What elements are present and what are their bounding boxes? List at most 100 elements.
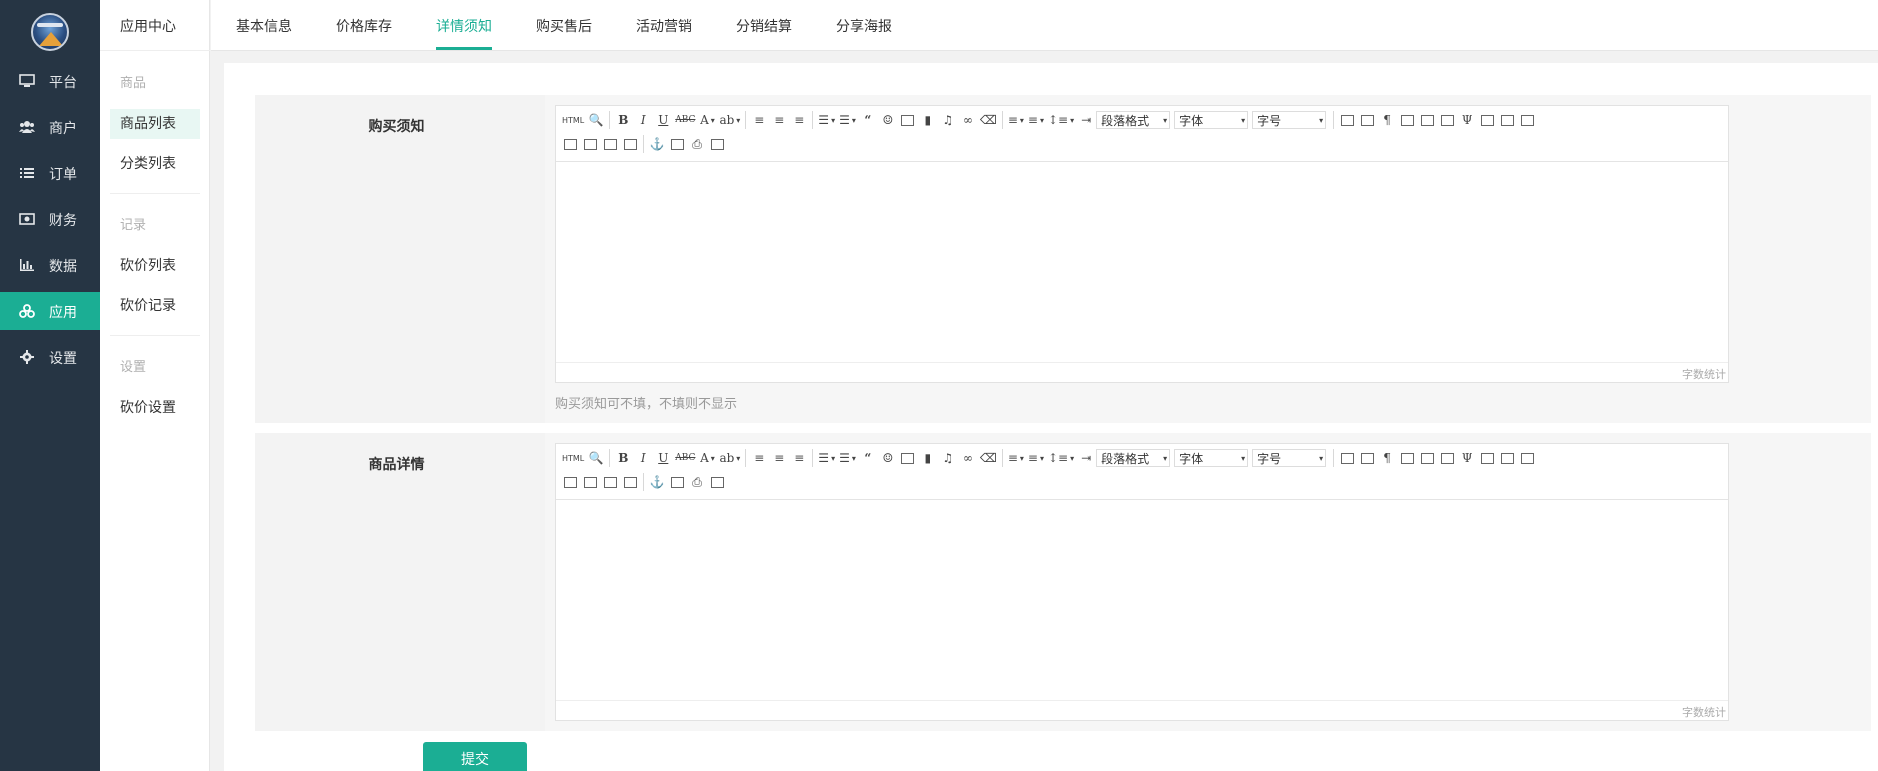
notice-edit-area[interactable] [556, 163, 1728, 363]
submit-button[interactable]: 提交 [423, 742, 527, 771]
paragraph-format-select[interactable]: 段落格式 ▾ [1096, 449, 1171, 467]
delete-row-icon[interactable] [600, 134, 620, 154]
underline-icon[interactable]: U [653, 448, 673, 468]
insert-paragraph-icon[interactable]: ¶ [1377, 448, 1397, 468]
nav-platform[interactable]: 平台 [0, 62, 100, 100]
split-cell-icon[interactable] [1517, 110, 1537, 130]
page-break-icon[interactable] [667, 472, 687, 492]
nav-finance[interactable]: 财务 [0, 200, 100, 238]
print-icon[interactable]: ⎙ [687, 472, 707, 492]
split-rows-icon[interactable] [560, 134, 580, 154]
highlight-icon[interactable]: ab ▾ [717, 110, 742, 130]
tab-distribution[interactable]: 分销结算 [736, 16, 792, 36]
merge-right-icon[interactable] [1477, 110, 1497, 130]
blockquote-icon[interactable]: “ [858, 448, 878, 468]
merge-icon[interactable]: Ψ [1457, 110, 1477, 130]
anchor-icon[interactable]: ⚓ [647, 134, 667, 154]
submenu-item-goods-list[interactable]: 商品列表 [110, 109, 200, 139]
paste-icon[interactable] [707, 134, 727, 154]
preview-icon[interactable]: 🔍 [586, 448, 606, 468]
nav-settings[interactable]: 设置 [0, 338, 100, 376]
blockquote-icon[interactable]: “ [858, 110, 878, 130]
font-color-icon[interactable]: A ▾ [697, 448, 717, 468]
table-icon[interactable] [1337, 110, 1357, 130]
row-spacing-bottom-icon[interactable]: ≡ ▾ [1026, 448, 1046, 468]
submenu-item-bargain-records[interactable]: 砍价记录 [110, 291, 200, 321]
anchor-icon[interactable]: ⚓ [647, 472, 667, 492]
strikethrough-icon[interactable]: ABC [673, 110, 697, 130]
insert-row-icon[interactable] [1397, 110, 1417, 130]
page-break-icon[interactable] [667, 134, 687, 154]
tab-price-stock[interactable]: 价格库存 [336, 16, 392, 36]
row-spacing-top-icon[interactable]: ≡ ▾ [1006, 110, 1026, 130]
align-center-icon[interactable]: ≡ [769, 110, 789, 130]
underline-icon[interactable]: U [653, 110, 673, 130]
unordered-list-icon[interactable]: ☰ ▾ [837, 110, 858, 130]
paragraph-format-select[interactable]: 段落格式 ▾ [1096, 111, 1171, 129]
delete-col-icon[interactable] [1437, 448, 1457, 468]
emoji-icon[interactable]: ☺ [878, 110, 898, 130]
row-spacing-bottom-icon[interactable]: ≡ ▾ [1026, 110, 1046, 130]
submenu-item-bargain-settings[interactable]: 砍价设置 [110, 393, 200, 423]
align-left-icon[interactable]: ≡ [749, 110, 769, 130]
unordered-list-icon[interactable]: ☰ ▾ [837, 448, 858, 468]
ordered-list-icon[interactable]: ☰ ▾ [816, 110, 837, 130]
link-icon[interactable]: ∞ [958, 448, 978, 468]
tab-basic-info[interactable]: 基本信息 [236, 16, 292, 36]
image-icon[interactable] [898, 110, 918, 130]
emoji-icon[interactable]: ☺ [878, 448, 898, 468]
insert-table-icon[interactable] [1357, 110, 1377, 130]
submenu-item-bargain-list[interactable]: 砍价列表 [110, 251, 200, 281]
split-cell-icon[interactable] [1517, 448, 1537, 468]
eraser-icon[interactable]: ⌫ [978, 110, 999, 130]
link-icon[interactable]: ∞ [958, 110, 978, 130]
insert-row-icon[interactable] [1397, 448, 1417, 468]
font-family-select[interactable]: 字体 ▾ [1174, 111, 1249, 129]
font-color-icon[interactable]: A ▾ [697, 110, 717, 130]
merge-down-icon[interactable] [1497, 110, 1517, 130]
row-spacing-top-icon[interactable]: ≡ ▾ [1006, 448, 1026, 468]
italic-icon[interactable]: I [633, 110, 653, 130]
highlight-icon[interactable]: ab ▾ [717, 448, 742, 468]
video-icon[interactable]: ▮ [918, 448, 938, 468]
image-icon[interactable] [898, 448, 918, 468]
split-cols-icon[interactable] [580, 472, 600, 492]
html-source-button[interactable]: HTML [560, 448, 586, 468]
align-right-icon[interactable]: ≡ [789, 110, 809, 130]
font-size-select[interactable]: 字号 ▾ [1252, 449, 1327, 467]
split-cols-icon[interactable] [580, 134, 600, 154]
music-icon[interactable]: ♫ [938, 448, 958, 468]
tab-purchase-aftersale[interactable]: 购买售后 [536, 16, 592, 36]
align-left-icon[interactable]: ≡ [749, 448, 769, 468]
tab-marketing[interactable]: 活动营销 [636, 16, 692, 36]
submenu-item-category-list[interactable]: 分类列表 [110, 149, 200, 179]
insert-col-icon[interactable] [1417, 448, 1437, 468]
nav-data[interactable]: 数据 [0, 246, 100, 284]
merge-down-icon[interactable] [1497, 448, 1517, 468]
preview-icon[interactable]: 🔍 [586, 110, 606, 130]
bold-icon[interactable]: B [613, 448, 633, 468]
strikethrough-icon[interactable]: ABC [673, 448, 697, 468]
insert-col-icon[interactable] [1417, 110, 1437, 130]
font-family-select[interactable]: 字体 ▾ [1174, 449, 1249, 467]
eraser-icon[interactable]: ⌫ [978, 448, 999, 468]
insert-table-icon[interactable] [1357, 448, 1377, 468]
table-icon[interactable] [1337, 448, 1357, 468]
detail-edit-area[interactable] [556, 501, 1728, 701]
italic-icon[interactable]: I [633, 448, 653, 468]
app-logo[interactable] [31, 13, 69, 51]
delete-row-icon[interactable] [600, 472, 620, 492]
nav-apps[interactable]: 应用 [0, 292, 100, 330]
html-source-button[interactable]: HTML [560, 110, 586, 130]
align-right-icon[interactable]: ≡ [789, 448, 809, 468]
tab-share-poster[interactable]: 分享海报 [836, 16, 892, 36]
paste-icon[interactable] [707, 472, 727, 492]
video-icon[interactable]: ▮ [918, 110, 938, 130]
align-center-icon[interactable]: ≡ [769, 448, 789, 468]
font-size-select[interactable]: 字号 ▾ [1252, 111, 1327, 129]
line-height-icon[interactable]: ↕≡ ▾ [1046, 110, 1076, 130]
tab-details-notice[interactable]: 详情须知 [436, 16, 492, 36]
split-rows-icon[interactable] [560, 472, 580, 492]
indent-icon[interactable]: ⇥ [1076, 448, 1096, 468]
bold-icon[interactable]: B [613, 110, 633, 130]
